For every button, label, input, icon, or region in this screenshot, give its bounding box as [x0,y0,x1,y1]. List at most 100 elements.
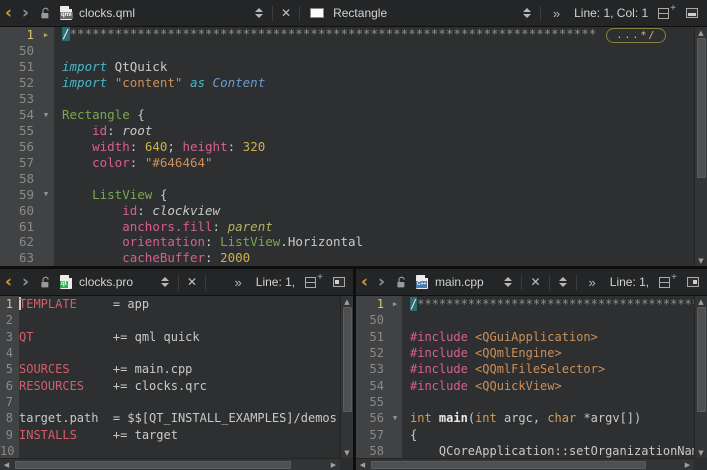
code-line[interactable]: 56 width: 640; height: 320 [0,138,707,154]
fold-open-icon[interactable]: ▼ [388,414,402,422]
code-line[interactable]: 60 id: clockview [0,202,707,218]
split-editor-button[interactable]: + [653,0,681,26]
code-line[interactable]: 8target.path = $$[QT_INSTALL_EXAMPLES]/d… [0,410,353,426]
code-line[interactable]: 59▼ ListView { [0,186,707,202]
scroll-left-icon[interactable]: ◀ [356,459,369,470]
document-dropdown[interactable]: qt clocks.pro [57,269,175,295]
code-line[interactable]: 58 [0,170,707,186]
split-editor-button[interactable]: + [300,269,328,295]
code-line[interactable]: 10 [0,443,353,459]
scroll-down-icon[interactable]: ▼ [695,447,707,458]
code-line[interactable]: 5SOURCES += main.cpp [0,361,353,377]
toolbar-overflow-button[interactable]: » [580,269,605,295]
scrollbar-thumb[interactable] [15,461,291,469]
back-button[interactable]: ‹ [356,269,373,295]
code-line[interactable]: 50 [0,43,707,59]
back-icon: ‹ [5,274,12,291]
code-line[interactable]: 1▶/*************************************… [0,27,707,43]
scroll-left-icon[interactable]: ◀ [0,459,13,470]
code-line[interactable]: 53 [0,91,707,107]
scroll-down-icon[interactable]: ▼ [341,447,354,458]
code-line[interactable]: 61 anchors.fill: parent [0,218,707,234]
code-line[interactable]: 9INSTALLS += target [0,426,353,442]
code-line[interactable]: 57{ [356,426,707,442]
scroll-up-icon[interactable]: ▲ [695,296,707,307]
code-line[interactable]: 58 QCoreApplication::setOrganizationName [356,443,707,459]
scroll-up-icon[interactable]: ▲ [341,296,354,307]
toolbar-overflow-button[interactable]: » [226,269,251,295]
code-line[interactable]: 1TEMPLATE = app [0,296,353,312]
scroll-right-icon[interactable]: ▶ [327,459,340,470]
code-line[interactable]: 51#include <QGuiApplication> [356,329,707,345]
lock-button[interactable] [390,269,413,295]
code-text: { [402,428,417,442]
vertical-scrollbar[interactable]: ▲ ▼ [694,27,707,266]
code-line[interactable]: 2 [0,312,353,328]
scrollbar-thumb[interactable] [371,461,646,469]
code-text: SOURCES += main.cpp [16,362,192,376]
back-button[interactable]: ‹ [0,269,17,295]
fold-collapsed-icon[interactable]: ▶ [388,300,402,308]
lock-button[interactable] [34,269,57,295]
code-line[interactable]: 55 id: root [0,123,707,139]
document-dropdown[interactable]: C++ main.cpp [413,269,518,295]
line-number: 10 [0,444,16,458]
code-editor-qml[interactable]: 1▶/*************************************… [0,27,707,266]
code-line[interactable]: 55 [356,394,707,410]
lock-button[interactable] [34,0,57,26]
dropdown-arrows-icon [249,8,269,18]
close-split-button[interactable] [681,0,707,26]
vertical-scrollbar[interactable]: ▲ ▼ [694,296,707,458]
code-editor-cpp[interactable]: 1▶/*************************************… [356,296,707,470]
forward-button[interactable]: › [17,269,34,295]
toolbar-overflow-button[interactable]: » [544,0,569,26]
code-line[interactable]: 57 color: "#646464" [0,154,707,170]
code-line[interactable]: 7 [0,394,353,410]
forward-button[interactable]: › [373,269,390,295]
vertical-scrollbar[interactable]: ▲ ▼ [340,296,353,458]
code-line[interactable]: 6RESOURCES += clocks.qrc [0,377,353,393]
dropdown-arrows-icon [517,8,537,18]
code-line[interactable]: 56▼int main(int argc, char *argv[]) [356,410,707,426]
forward-button[interactable]: › [17,0,34,26]
document-dropdown[interactable]: qml clocks.qml [57,0,269,26]
close-split-button[interactable] [328,269,353,295]
code-line[interactable]: 53#include <QQmlFileSelector> [356,361,707,377]
code-text: /***************************************… [402,297,707,311]
code-line[interactable]: 3QT += qml quick [0,329,353,345]
horizontal-scrollbar[interactable]: ◀ ▶ [0,458,340,470]
code-line[interactable]: 52#include <QQmlEngine> [356,345,707,361]
code-line[interactable]: 1▶/*************************************… [356,296,707,312]
code-line[interactable]: 63 cacheBuffer: 2000 [0,250,707,266]
code-line[interactable]: 54#include <QQuickView> [356,377,707,393]
scroll-up-icon[interactable]: ▲ [695,27,707,38]
horizontal-scrollbar[interactable]: ◀ ▶ [356,458,694,470]
close-document-button[interactable]: ✕ [525,269,545,295]
scrollbar-thumb[interactable] [697,38,706,178]
back-icon: ‹ [5,5,12,22]
collapsed-comment-badge[interactable]: ...*/ [606,28,666,43]
fold-open-icon[interactable]: ▼ [38,190,54,198]
code-editor-pro[interactable]: 1TEMPLATE = app23QT += qml quick45SOURCE… [0,296,353,470]
scrollbar-thumb[interactable] [697,307,706,412]
scroll-right-icon[interactable]: ▶ [681,459,694,470]
close-split-button[interactable] [682,269,707,295]
close-document-button[interactable]: ✕ [276,0,296,26]
fold-open-icon[interactable]: ▼ [38,111,54,119]
code-line[interactable]: 50 [356,312,707,328]
scrollbar-thumb[interactable] [343,307,352,412]
code-line[interactable]: 62 orientation: ListView.Horizontal [0,234,707,250]
split-editor-button[interactable]: + [654,269,682,295]
symbol-dropdown-arrows-icon[interactable] [553,277,573,287]
close-document-button[interactable]: ✕ [182,269,202,295]
scroll-down-icon[interactable]: ▼ [695,255,707,266]
symbol-dropdown[interactable]: Rectangle [303,0,537,26]
code-line[interactable]: 4 [0,345,353,361]
code-line[interactable]: 52import "content" as Content [0,75,707,91]
fold-collapsed-icon[interactable]: ▶ [38,31,54,39]
code-line[interactable]: 51import QtQuick [0,59,707,75]
code-line[interactable]: 54▼Rectangle { [0,107,707,123]
back-button[interactable]: ‹ [0,0,17,26]
line-number: 52 [356,346,388,360]
line-number: 50 [356,313,388,327]
